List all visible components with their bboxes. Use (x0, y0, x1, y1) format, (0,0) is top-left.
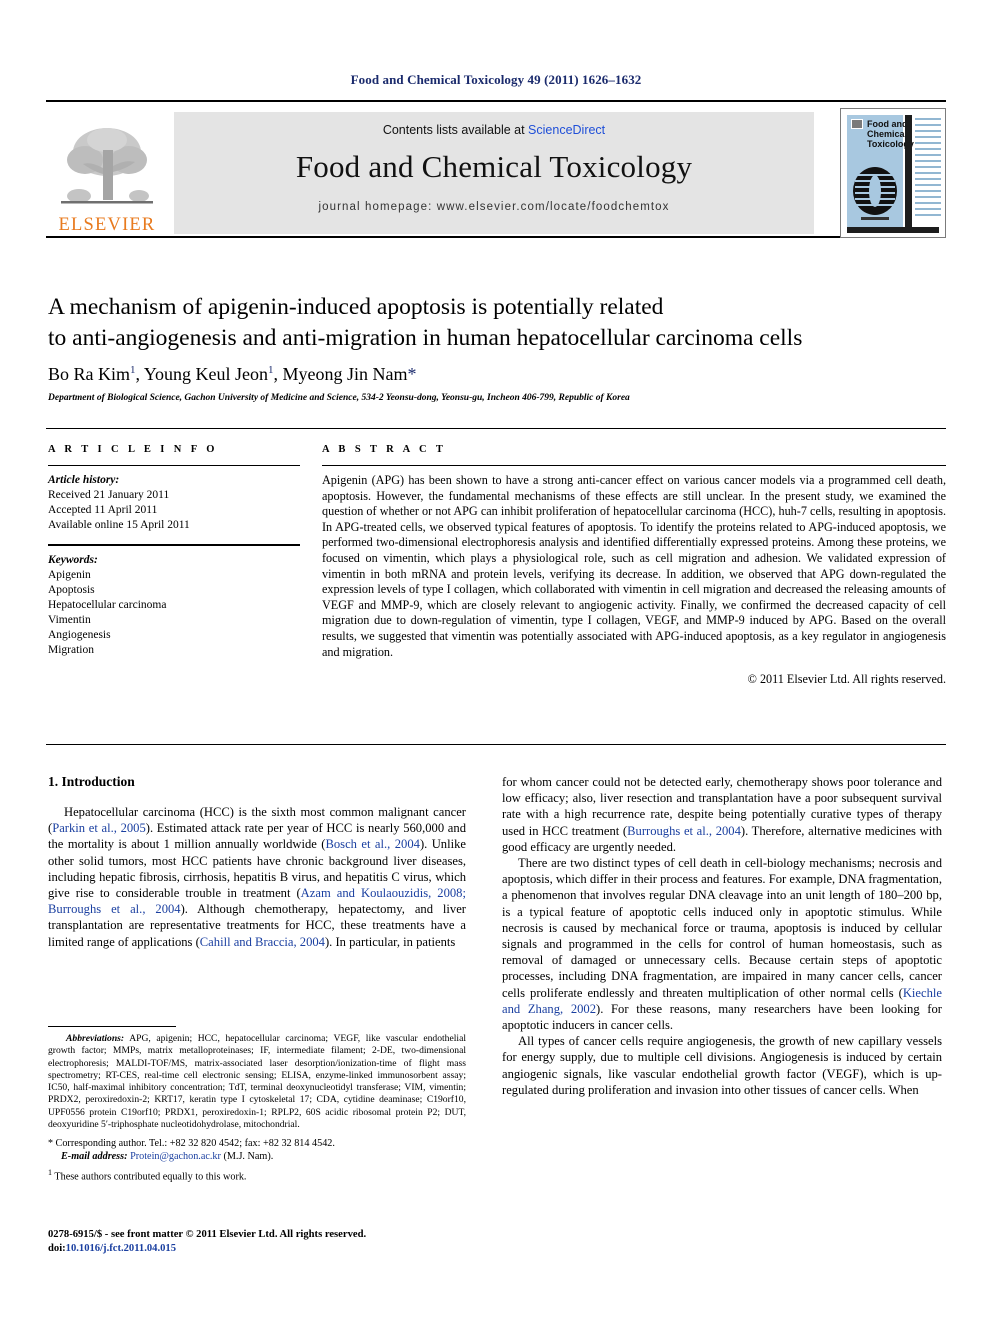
author-footnote-mark-1: 1 (130, 364, 136, 376)
author-name-1[interactable]: Bo Ra Kim (48, 364, 130, 384)
running-head: Food and Chemical Toxicology 49 (2011) 1… (350, 72, 642, 87)
article-info-column: A R T I C L E I N F O Article history: R… (48, 444, 300, 658)
equal-contribution-footnote: 1 These authors contributed equally to t… (48, 1166, 466, 1183)
email-footnote: E-mail address: Protein@gachon.ac.kr (M.… (61, 1150, 466, 1163)
keyword-item-1: Apigenin (48, 569, 91, 581)
journal-title: Food and Chemical Toxicology (295, 149, 693, 184)
journal-article-page: Food and Chemical Toxicology 49 (2011) 1… (0, 0, 992, 1323)
abstract-heading: A B S T R A C T (322, 444, 447, 455)
svg-text:Chemical: Chemical (867, 129, 907, 139)
doi-label: doi: (48, 1242, 66, 1254)
abstract-copyright: © 2011 Elsevier Ltd. All rights reserved… (747, 672, 946, 687)
author-name-3[interactable]: Myeong Jin Nam (283, 364, 408, 384)
citation-parkin-2005[interactable]: Parkin et al., 2005 (52, 821, 146, 835)
doi-link[interactable]: 10.1016/j.fct.2011.04.015 (66, 1243, 176, 1254)
equal-contribution-text: These authors contributed equally to thi… (54, 1171, 247, 1183)
article-history-accepted: Accepted 11 April 2011 (48, 504, 158, 516)
keyword-item-6: Migration (48, 644, 94, 656)
info-section-top-rule (46, 428, 946, 429)
author-affiliation: Department of Biological Science, Gachon… (48, 393, 630, 403)
intro-paragraph-right-3: All types of cancer cells require angiog… (502, 1034, 942, 1097)
elsevier-logo: ELSEVIER (48, 112, 166, 234)
corresponding-author-text: Corresponding author. Tel.: +82 32 820 4… (55, 1138, 335, 1150)
corresponding-author-footnote: * Corresponding author. Tel.: +82 32 820… (48, 1137, 466, 1150)
issn-line: 0278-6915/$ - see front matter © 2011 El… (48, 1229, 367, 1240)
elsevier-tree-icon (61, 127, 153, 203)
introduction-heading: 1. Introduction (48, 774, 135, 789)
intro-paragraph-left-1: Hepatocellular carcinoma (HCC) is the si… (48, 804, 466, 950)
intro-paragraph-right-1: for whom cancer could not be detected ea… (502, 774, 942, 855)
keyword-item-2: Apoptosis (48, 584, 95, 596)
author-name-2[interactable]: Young Keul Jeon (144, 364, 268, 384)
article-history-available-online: Available online 15 April 2011 (48, 519, 190, 531)
keyword-item-4: Vimentin (48, 614, 91, 626)
citation-cahill-braccia-2004[interactable]: Cahill and Braccia, 2004 (200, 935, 325, 949)
imprint-block: 0278-6915/$ - see front matter © 2011 El… (48, 1228, 478, 1255)
journal-cover-image: Food and Chemical Toxicology (841, 109, 945, 237)
abstract-text: Apigenin (APG) has been shown to have a … (322, 473, 946, 659)
article-info-rule-1 (48, 465, 300, 466)
body-column-right: for whom cancer could not be detected ea… (502, 774, 942, 1098)
author-list: Bo Ra Kim1, Young Keul Jeon1, Myeong Jin… (48, 364, 417, 384)
article-title-line-2: to anti-angiogenesis and anti-migration … (48, 325, 803, 351)
article-title-line-1: A mechanism of apigenin-induced apoptosi… (48, 294, 664, 320)
intro-text-5: ). In particular, in patients (324, 934, 456, 949)
author-footnote-mark-2: 1 (268, 364, 274, 376)
email-label: E-mail address: (61, 1151, 128, 1163)
article-info-rule-2 (48, 544, 300, 546)
article-title: A mechanism of apigenin-induced apoptosi… (48, 292, 948, 354)
journal-homepage-link[interactable]: journal homepage: www.elsevier.com/locat… (174, 201, 814, 213)
keyword-item-3: Hepatocellular carcinoma (48, 599, 167, 611)
keywords-label: Keywords: (48, 554, 98, 566)
body-column-left: 1. Introduction Hepatocellular carcinoma… (48, 774, 466, 950)
citation-burroughs-2004[interactable]: Burroughs et al., 2004 (627, 824, 741, 838)
abbreviations-label: Abbreviations: (66, 1033, 125, 1044)
equal-contribution-marker: 1 (48, 1168, 52, 1178)
article-history-label: Article history: (48, 474, 120, 486)
svg-text:Food and: Food and (867, 119, 908, 129)
corresponding-author-mark: * (407, 364, 417, 384)
corresponding-author-footnote-marker: * (48, 1138, 53, 1150)
email-link[interactable]: Protein@gachon.ac.kr (130, 1151, 221, 1162)
footnote-block: Abbreviations: APG, apigenin; HCC, hepat… (48, 1026, 466, 1184)
journal-banner: ELSEVIER Contents lists available at Sci… (46, 100, 946, 238)
abstract-column: A B S T R A C T Apigenin (APG) has been … (322, 444, 946, 687)
info-section-bottom-rule (46, 744, 946, 745)
journal-banner-inner: ELSEVIER Contents lists available at Sci… (46, 106, 946, 238)
article-info-heading: A R T I C L E I N F O (48, 444, 218, 455)
keyword-item-5: Angiogenesis (48, 629, 111, 641)
footnote-separator-rule (48, 1026, 176, 1027)
elsevier-wordmark: ELSEVIER (58, 214, 156, 235)
abbreviations-footnote: Abbreviations: APG, apigenin; HCC, hepat… (48, 1033, 466, 1131)
contents-prefix-text: Contents lists available at (382, 123, 529, 137)
banner-center: Contents lists available at ScienceDirec… (174, 112, 814, 234)
abstract-rule (322, 465, 946, 466)
intro-right-text-3: There are two distinct types of cell dea… (502, 856, 942, 1000)
contents-available-line: Contents lists available at ScienceDirec… (174, 112, 814, 137)
journal-cover-thumbnail: Food and Chemical Toxicology (840, 108, 946, 238)
doi-line: doi:10.1016/j.fct.2011.04.015 (48, 1242, 478, 1256)
article-history-received: Received 21 January 2011 (48, 489, 170, 501)
citation-bosch-2004[interactable]: Bosch et al., 2004 (325, 837, 419, 851)
abbreviations-text: APG, apigenin; HCC, hepatocellular carci… (48, 1033, 466, 1131)
intro-paragraph-right-2: There are two distinct types of cell dea… (502, 855, 942, 1033)
sciencedirect-link[interactable]: ScienceDirect (528, 123, 605, 137)
email-suffix: (M.J. Nam). (220, 1151, 274, 1163)
